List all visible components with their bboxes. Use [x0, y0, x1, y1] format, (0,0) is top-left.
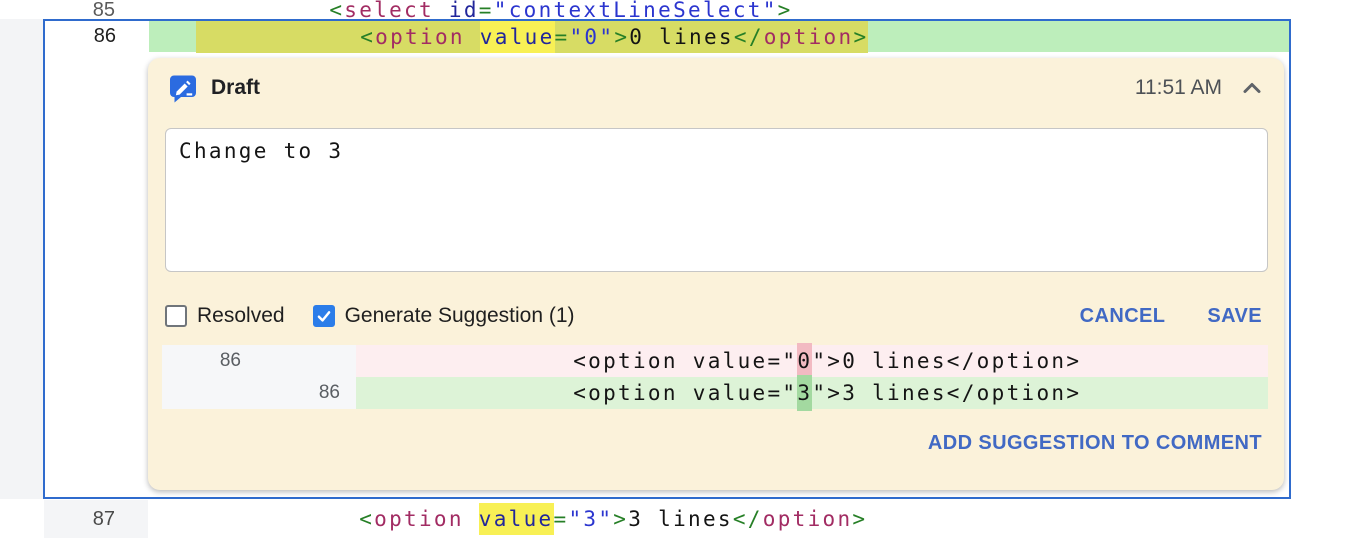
blame-rail: [0, 0, 44, 20]
draft-comment-card: Draft 11:51 AM Change to 3 Resolved: [148, 58, 1284, 490]
resolved-label: Resolved: [197, 304, 285, 328]
comment-text-input[interactable]: Change to 3: [165, 128, 1268, 272]
comment-timestamp: 11:51 AM: [1135, 76, 1222, 100]
resolved-checkbox[interactable]: [165, 305, 187, 327]
preview-code-content: <option value="3">3 lines</option>: [364, 381, 1081, 405]
preview-line-number-new: [259, 345, 356, 377]
generate-suggestion-checkbox[interactable]: [313, 305, 335, 327]
comment-header: Draft 11:51 AM: [168, 72, 1266, 104]
code-line-86: 86 <option value="0">0 lines</option>: [45, 21, 1289, 52]
chevron-up-icon: [1240, 76, 1264, 100]
code-line-85: 85 <select id="contextLineSelect">: [0, 0, 1348, 20]
cancel-button[interactable]: CANCEL: [1080, 305, 1166, 328]
save-button[interactable]: SAVE: [1207, 305, 1262, 328]
preview-line-number-old: [162, 377, 259, 409]
preview-line-number-new: 86: [259, 377, 356, 409]
code-content-87: <option value="3">3 lines</option>: [150, 507, 867, 531]
diff-view: 85 <select id="contextLineSelect"> 86 <o…: [0, 0, 1348, 538]
blame-rail-shaded: [0, 19, 43, 499]
blame-rail: [0, 500, 44, 538]
line-number-87[interactable]: 87: [44, 500, 148, 538]
code-content-86: <option value="0">0 lines</option>: [151, 25, 868, 49]
collapse-comment-button[interactable]: [1238, 74, 1266, 102]
suggestion-diff-row: 86 <option value="0">0 lines</option>: [162, 345, 1268, 377]
generate-suggestion-label: Generate Suggestion (1): [345, 304, 575, 328]
suggestion-diff-preview: 86 <option value="0">0 lines</option>86 …: [162, 345, 1268, 409]
draft-comment-icon: [168, 73, 198, 103]
comment-author-label: Draft: [211, 76, 260, 100]
comment-options-row: Resolved Generate Suggestion (1) CANCEL …: [165, 300, 1262, 332]
suggestion-diff-row: 86 <option value="3">3 lines</option>: [162, 377, 1268, 409]
preview-line-number-old: 86: [162, 345, 259, 377]
line-number-85[interactable]: 85: [44, 0, 148, 20]
line-number-86[interactable]: 86: [45, 21, 149, 52]
add-suggestion-to-comment-button[interactable]: ADD SUGGESTION TO COMMENT: [928, 432, 1262, 455]
selected-comment-thread-region: 86 <option value="0">0 lines</option> Dr…: [43, 19, 1291, 499]
check-icon: [316, 308, 332, 324]
preview-code-content: <option value="0">0 lines</option>: [364, 349, 1081, 373]
code-line-87: 87 <option value="3">3 lines</option>: [0, 500, 1348, 538]
